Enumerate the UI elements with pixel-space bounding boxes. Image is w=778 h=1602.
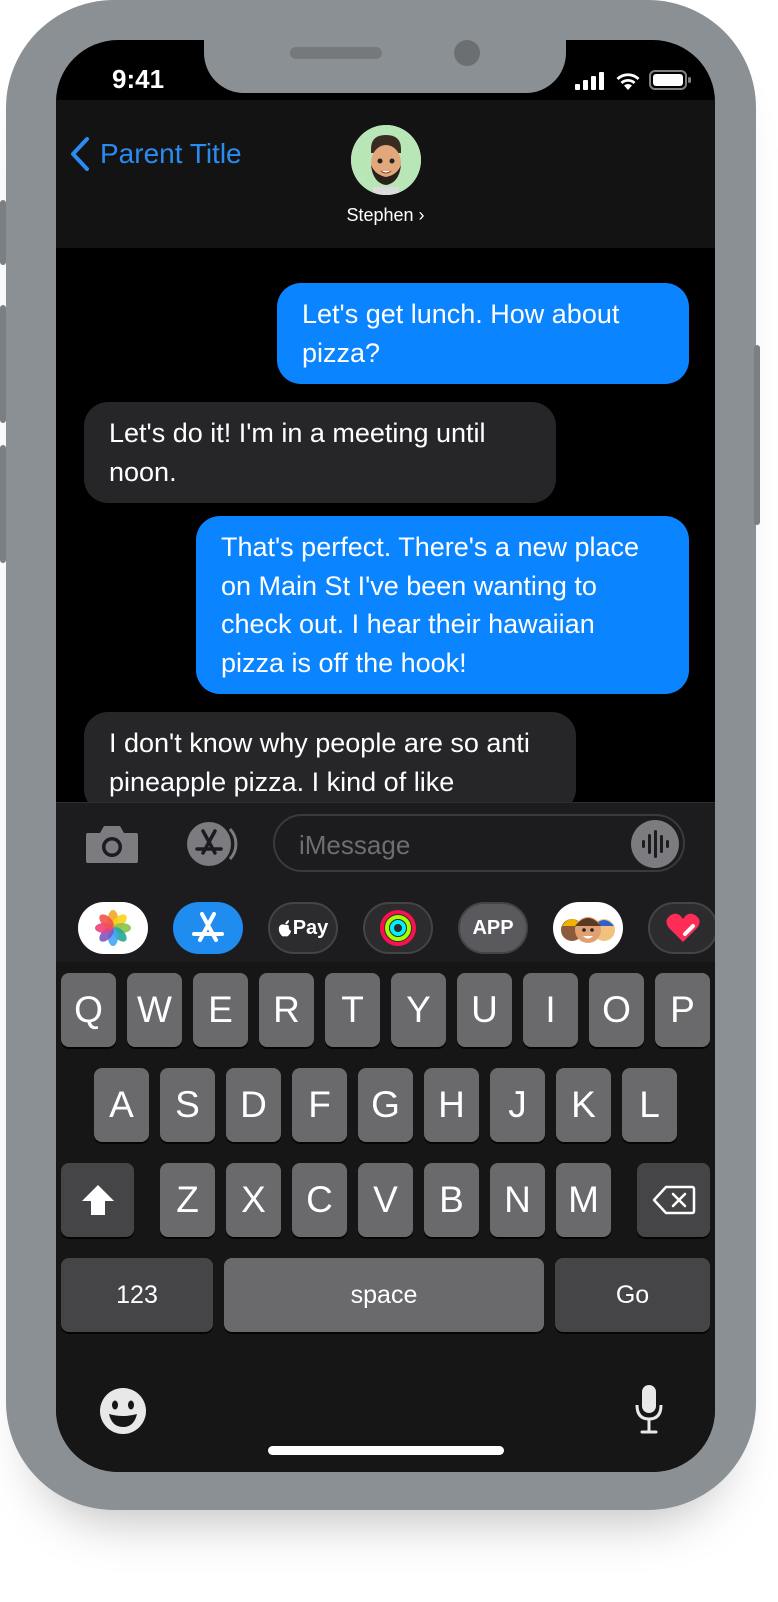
photos-app-button[interactable] (78, 902, 148, 954)
key-d[interactable]: D (226, 1068, 281, 1142)
key-j[interactable]: J (490, 1068, 545, 1142)
photos-icon (95, 910, 131, 946)
key-q[interactable]: Q (61, 973, 116, 1047)
key-s[interactable]: S (160, 1068, 215, 1142)
volume-up-button (0, 305, 6, 423)
contact-name[interactable]: Stephen › (56, 205, 715, 226)
apple-pay-icon (278, 920, 291, 937)
app-store-icon[interactable] (176, 819, 242, 869)
status-time: 9:41 (112, 64, 165, 94)
key-o[interactable]: O (589, 973, 644, 1047)
shift-key[interactable] (61, 1163, 134, 1237)
delete-icon (652, 1185, 695, 1215)
digital-touch-app-button[interactable] (648, 902, 715, 954)
generic-app-button[interactable]: APP (458, 902, 528, 954)
key-h[interactable]: H (424, 1068, 479, 1142)
memoji-stickers-app-button[interactable] (553, 902, 623, 954)
key-w[interactable]: W (127, 973, 182, 1047)
speaker-grille (290, 47, 382, 59)
contact-avatar[interactable] (351, 125, 421, 195)
key-u[interactable]: U (457, 973, 512, 1047)
message-bubble-outgoing[interactable]: Let's get lunch. How about pizza? (277, 283, 689, 384)
key-f[interactable]: F (292, 1068, 347, 1142)
key-x[interactable]: X (226, 1163, 281, 1237)
status-icons (575, 70, 691, 90)
keyboard: Q W E R T Y U I O P A S D F G H J K L Z … (56, 962, 715, 1472)
space-key[interactable]: space (224, 1258, 544, 1332)
conversation-header: Parent Title Stephen › (56, 100, 715, 248)
activity-app-button[interactable] (363, 902, 433, 954)
key-l[interactable]: L (622, 1068, 677, 1142)
microphone-icon[interactable] (634, 1383, 664, 1435)
key-t[interactable]: T (325, 973, 380, 1047)
home-indicator[interactable] (268, 1446, 504, 1455)
memoji-icon (561, 917, 615, 943)
app-drawer: Pay APP (56, 882, 715, 972)
notch (204, 40, 566, 93)
back-button[interactable]: Parent Title (70, 136, 242, 172)
message-bubble-incoming[interactable]: Let's do it! I'm in a meeting until noon… (84, 402, 556, 503)
silent-switch (0, 200, 6, 265)
volume-down-button (0, 445, 6, 563)
key-r[interactable]: R (259, 973, 314, 1047)
key-e[interactable]: E (193, 973, 248, 1047)
shift-icon (81, 1185, 114, 1215)
camera-icon[interactable] (84, 823, 140, 865)
key-z[interactable]: Z (160, 1163, 215, 1237)
generic-app-label: APP (472, 916, 514, 939)
key-i[interactable]: I (523, 973, 578, 1047)
key-y[interactable]: Y (391, 973, 446, 1047)
key-a[interactable]: A (94, 1068, 149, 1142)
app-store-icon (192, 912, 224, 942)
delete-key[interactable] (637, 1163, 710, 1237)
key-n[interactable]: N (490, 1163, 545, 1237)
front-camera (454, 40, 480, 66)
audio-waveform-icon[interactable] (631, 820, 679, 868)
key-k[interactable]: K (556, 1068, 611, 1142)
imessage-placeholder: iMessage (299, 830, 411, 860)
activity-icon (380, 910, 416, 946)
message-bubble-incoming[interactable]: I don't know why people are so anti pine… (84, 712, 576, 802)
app-store-app-button[interactable] (173, 902, 243, 954)
message-bubble-outgoing[interactable]: That's perfect. There's a new place on M… (196, 516, 689, 694)
back-label: Parent Title (100, 138, 242, 169)
key-b[interactable]: B (424, 1163, 479, 1237)
back-chevron-icon (71, 137, 89, 171)
emoji-icon[interactable] (99, 1387, 147, 1435)
numbers-key[interactable]: 123 (61, 1258, 213, 1332)
key-g[interactable]: G (358, 1068, 413, 1142)
message-thread: Let's get lunch. How about pizza? Let's … (56, 248, 715, 802)
phone-frame: 9:41 Parent Title Stephen › Let's get lu… (0, 0, 760, 1510)
memoji-avatar-icon (351, 125, 421, 195)
signal-icon (575, 72, 604, 90)
key-m[interactable]: M (556, 1163, 611, 1237)
apple-pay-label: Pay (292, 916, 329, 939)
wifi-icon (616, 73, 640, 90)
battery-icon (649, 70, 691, 90)
message-input-bar: iMessage (56, 802, 715, 883)
go-key[interactable]: Go (555, 1258, 710, 1332)
imessage-input[interactable]: iMessage (273, 814, 685, 872)
key-p[interactable]: P (655, 973, 710, 1047)
key-v[interactable]: V (358, 1163, 413, 1237)
key-c[interactable]: C (292, 1163, 347, 1237)
power-button (754, 345, 760, 525)
screen: 9:41 Parent Title Stephen › Let's get lu… (56, 40, 715, 1472)
digital-touch-icon (666, 913, 700, 942)
apple-pay-app-button[interactable]: Pay (268, 902, 338, 954)
